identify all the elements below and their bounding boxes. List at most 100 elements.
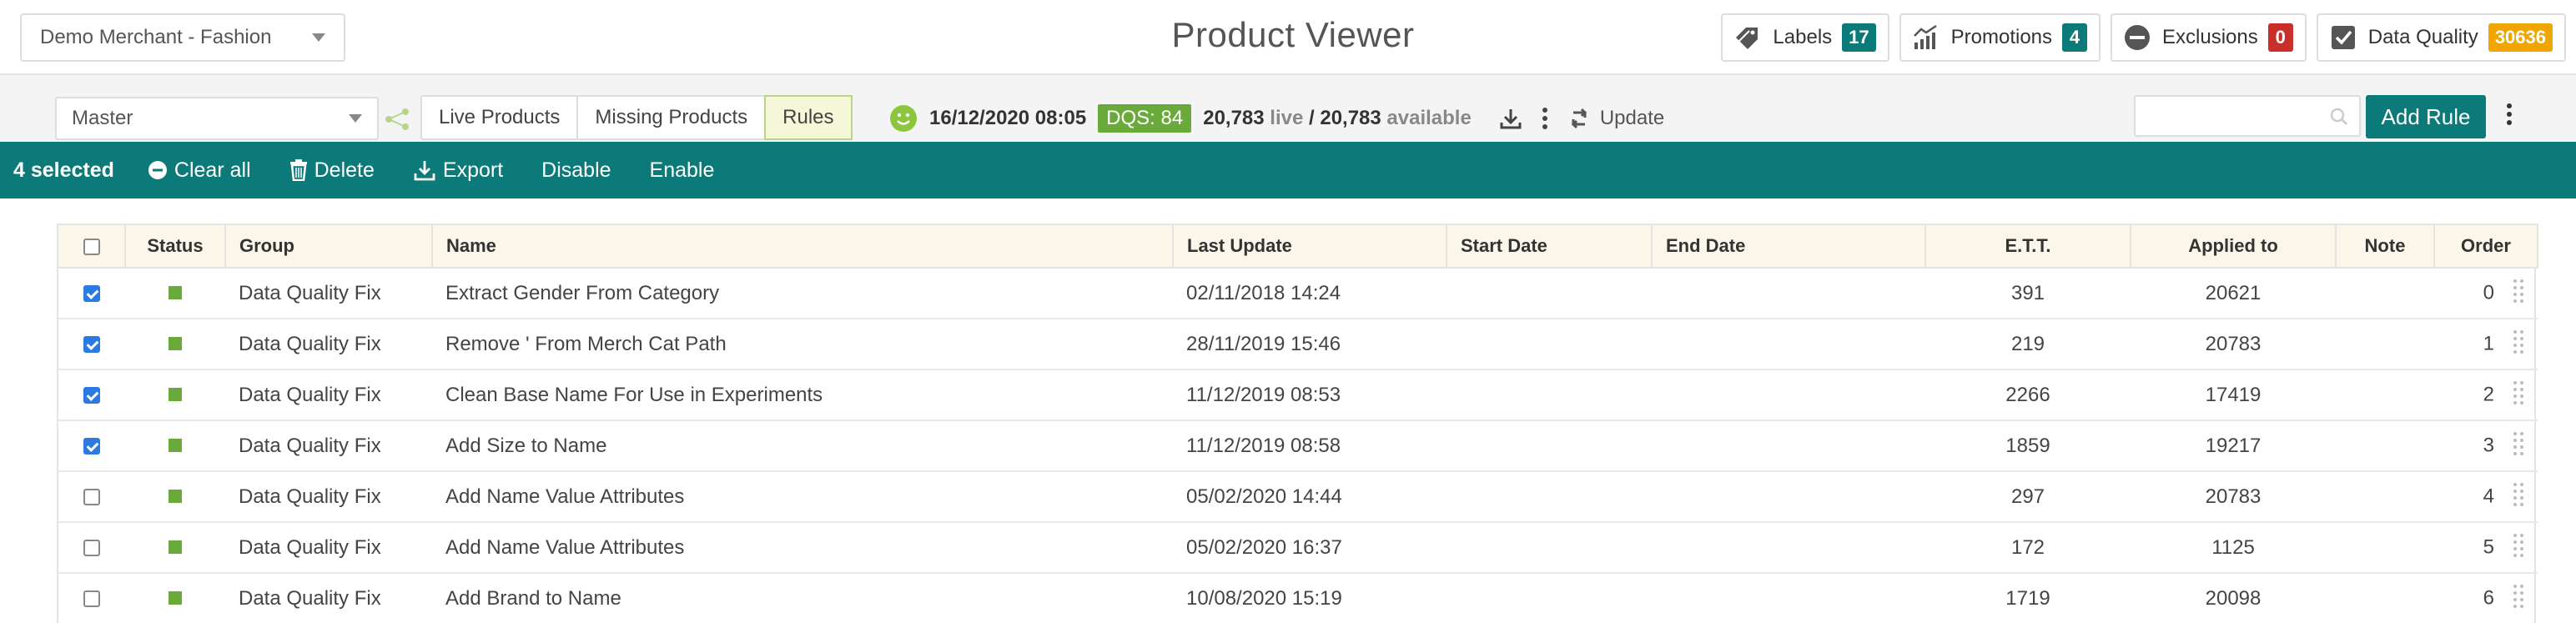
col-name[interactable]: Name — [432, 224, 1174, 269]
drag-handle-icon[interactable] — [2513, 329, 2524, 360]
order-value: 5 — [2483, 535, 2494, 558]
data-quality-label: Data Quality — [2367, 26, 2478, 48]
search-input[interactable] — [2136, 97, 2319, 133]
drag-handle-icon[interactable] — [2513, 379, 2524, 411]
order-value: 1 — [2483, 331, 2494, 354]
group-cell: Data Quality Fix — [225, 369, 432, 421]
col-ett[interactable]: E.T.T. — [1925, 224, 2131, 269]
tab-missing-products[interactable]: Missing Products — [578, 97, 767, 138]
labels-button[interactable]: Labels 17 — [1721, 13, 1889, 62]
download-icon[interactable] — [1498, 106, 1523, 131]
col-status[interactable]: Status — [125, 224, 226, 269]
table-row[interactable]: Data Quality Fix Add Size to Name 11/12/20… — [58, 420, 2538, 472]
table-row[interactable]: Data Quality Fix Add Name Value Attribute… — [58, 471, 2538, 523]
enable-button[interactable]: Enable — [650, 158, 715, 183]
checkbox-icon — [2331, 26, 2355, 49]
merchant-select[interactable]: Demo Merchant - Fashion — [20, 13, 345, 62]
name-cell[interactable]: Add Name Value Attributes — [432, 471, 1173, 523]
group-cell: Data Quality Fix — [225, 471, 432, 523]
sync-timestamp: 16/12/2020 08:05 — [929, 107, 1087, 129]
last-update-cell: 11/12/2019 08:58 — [1173, 420, 1446, 472]
more-vertical-icon[interactable] — [1540, 106, 1550, 131]
row-select-cell — [58, 471, 125, 523]
last-update-cell: 10/08/2020 15:19 — [1173, 573, 1446, 623]
row-checkbox[interactable] — [83, 336, 100, 354]
data-quality-count-badge: 30636 — [2488, 23, 2553, 52]
col-start-date[interactable]: Start Date — [1446, 224, 1653, 269]
name-cell[interactable]: Add Size to Name — [432, 420, 1173, 472]
drag-handle-icon[interactable] — [2513, 532, 2524, 564]
add-rule-button[interactable]: Add Rule — [2366, 95, 2486, 138]
delete-button[interactable]: Delete — [289, 158, 375, 183]
view-select[interactable]: Master — [55, 97, 379, 140]
name-cell[interactable]: Add Name Value Attributes — [432, 522, 1173, 574]
row-checkbox[interactable] — [83, 540, 100, 557]
end-date-cell — [1652, 369, 1925, 421]
more-vertical-icon[interactable] — [2504, 102, 2514, 127]
group-cell: Data Quality Fix — [225, 420, 432, 472]
ett-cell: 219 — [1925, 319, 2131, 370]
applied-to-cell: 20783 — [2131, 471, 2336, 523]
row-checkbox[interactable] — [83, 285, 100, 303]
download-icon — [414, 161, 435, 181]
name-cell[interactable]: Remove ' From Merch Cat Path — [432, 319, 1173, 370]
promotions-button[interactable]: Promotions 4 — [1899, 13, 2101, 62]
header-badges: Labels 17 Promotions 4 Exclusions 0 Data… — [1721, 13, 2566, 62]
order-cell: 1 — [2434, 319, 2538, 370]
status-indicator — [169, 489, 182, 503]
drag-handle-icon[interactable] — [2513, 583, 2524, 615]
row-checkbox[interactable] — [83, 387, 100, 404]
table-header-row: Status Group Name Last Update Start Date… — [58, 224, 2538, 269]
disable-button[interactable]: Disable — [541, 158, 611, 183]
col-applied-to[interactable]: Applied to — [2131, 224, 2337, 269]
exclusions-button[interactable]: Exclusions 0 — [2111, 13, 2307, 62]
count-separator: / — [1309, 107, 1315, 129]
status-cell — [125, 268, 225, 319]
order-cell: 0 — [2434, 268, 2538, 319]
table-row[interactable]: Data Quality Fix Add Brand to Name 10/08/2… — [58, 573, 2538, 623]
tab-live-products[interactable]: Live Products — [422, 97, 579, 138]
rules-table: Status Group Name Last Update Start Date… — [57, 224, 2538, 623]
table-row[interactable]: Data Quality Fix Add Name Value Attribute… — [58, 522, 2538, 574]
table-row[interactable]: Data Quality Fix Clean Base Name For Use … — [58, 369, 2538, 421]
select-all-checkbox[interactable] — [83, 239, 100, 256]
hierarchy-icon[interactable] — [384, 107, 412, 132]
col-order[interactable]: Order — [2434, 224, 2538, 269]
end-date-cell — [1652, 573, 1925, 623]
view-select-value: Master — [72, 107, 133, 129]
export-button[interactable]: Export — [413, 158, 503, 183]
row-select-cell — [58, 573, 125, 623]
order-value: 6 — [2483, 585, 2494, 609]
name-cell[interactable]: Clean Base Name For Use in Experiments — [432, 369, 1173, 421]
col-group[interactable]: Group — [225, 224, 433, 269]
drag-handle-icon[interactable] — [2513, 278, 2524, 309]
tab-rules[interactable]: Rules — [764, 95, 853, 140]
table-row[interactable]: Data Quality Fix Remove ' From Merch Cat … — [58, 319, 2538, 370]
name-cell[interactable]: Extract Gender From Category — [432, 268, 1173, 319]
table-row[interactable]: Data Quality Fix Extract Gender From Cate… — [58, 268, 2538, 319]
toolbar: Master Live Products Missing Products Ru… — [0, 75, 2576, 142]
applied-to-cell: 20621 — [2131, 268, 2336, 319]
group-cell: Data Quality Fix — [225, 522, 432, 574]
start-date-cell — [1446, 420, 1652, 472]
col-end-date[interactable]: End Date — [1652, 224, 1926, 269]
row-checkbox[interactable] — [83, 438, 100, 455]
status-indicator — [169, 438, 182, 452]
col-note[interactable]: Note — [2336, 224, 2435, 269]
update-button[interactable]: Update — [1567, 106, 1664, 131]
drag-handle-icon[interactable] — [2513, 481, 2524, 513]
name-cell[interactable]: Add Brand to Name — [432, 573, 1173, 623]
data-quality-button[interactable]: Data Quality 30636 — [2316, 13, 2566, 62]
drag-handle-icon[interactable] — [2513, 430, 2524, 462]
tag-icon — [1736, 28, 1758, 49]
note-cell — [2336, 319, 2434, 370]
merchant-select-value: Demo Merchant - Fashion — [40, 26, 272, 48]
row-select-cell — [58, 319, 125, 370]
start-date-cell — [1446, 471, 1652, 523]
clear-all-button[interactable]: Clear all — [148, 158, 251, 183]
row-checkbox[interactable] — [83, 489, 100, 506]
order-value: 2 — [2483, 382, 2494, 405]
row-checkbox[interactable] — [83, 590, 100, 608]
row-select-cell — [58, 420, 125, 472]
col-last-update[interactable]: Last Update — [1173, 224, 1447, 269]
